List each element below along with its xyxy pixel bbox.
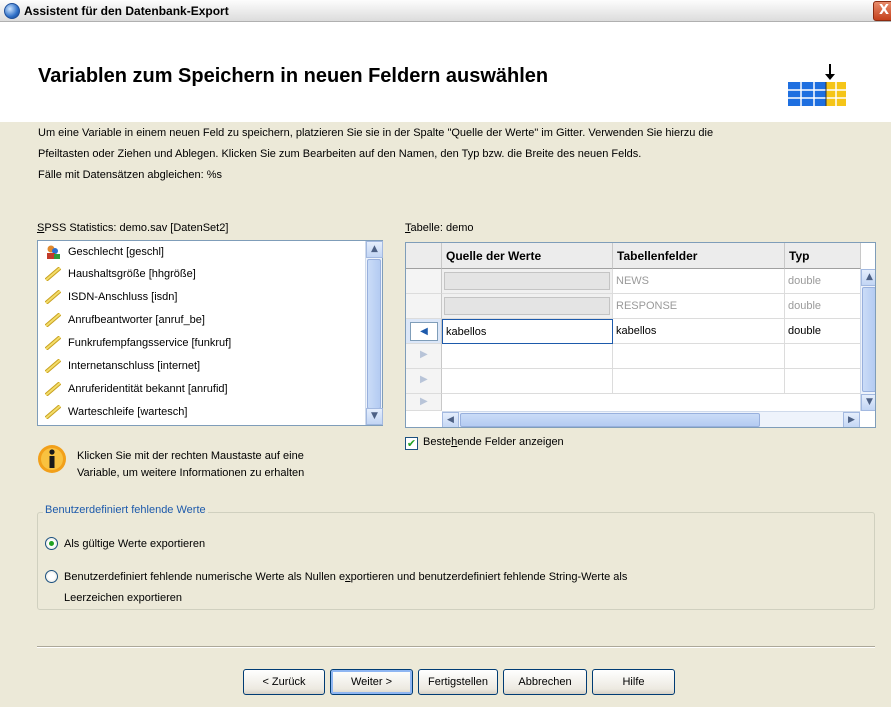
help-button[interactable]: Hilfe — [592, 669, 675, 695]
info-icon — [38, 445, 66, 473]
export-missing-radio[interactable] — [45, 570, 58, 583]
scroll-right-arrow-icon[interactable]: ▶ — [843, 412, 860, 427]
list-item[interactable]: Anrufbeantworter [anruf_be] — [42, 310, 205, 330]
row-header[interactable]: ▶ — [406, 369, 442, 394]
database-grid-icon — [788, 64, 846, 106]
scroll-down-arrow-icon[interactable]: ▼ — [366, 408, 383, 425]
scroll-thumb[interactable] — [460, 413, 760, 427]
window-title: Assistent für den Datenbank-Export — [24, 4, 229, 18]
export-missing-label-line-2: Leerzeichen exportieren — [64, 592, 183, 604]
list-scrollbar[interactable]: ▲ ▼ — [365, 241, 383, 425]
scale-icon — [45, 313, 61, 327]
row-header[interactable] — [406, 269, 442, 294]
table-cell[interactable] — [442, 369, 613, 394]
table-cell[interactable] — [442, 344, 613, 369]
back-button[interactable]: < Zurück — [243, 669, 325, 695]
table-cell[interactable]: kabellos — [613, 319, 785, 344]
info-line-1: Klicken Sie mit der rechten Maustaste au… — [77, 450, 304, 462]
table-cell[interactable]: RESPONSE — [613, 294, 785, 319]
list-item[interactable]: Internetanschluss [internet] — [42, 356, 200, 376]
scale-icon — [45, 359, 61, 373]
app-icon — [4, 3, 20, 19]
table-cell[interactable]: NEWS — [613, 269, 785, 294]
column-header-type[interactable]: Typ — [785, 243, 861, 269]
description-line-1: Um eine Variable in einem neuen Feld zu … — [38, 127, 714, 139]
move-right-arrow-icon[interactable]: ▶ — [420, 374, 428, 385]
corner-header — [406, 243, 442, 269]
list-item[interactable]: Geschlecht [geschl] — [42, 242, 164, 262]
scroll-up-arrow-icon[interactable]: ▲ — [366, 241, 383, 258]
row-header[interactable]: ▶ — [406, 344, 442, 369]
info-line-2: Variable, um weitere Informationen zu er… — [77, 467, 305, 479]
description-line-2: Pfeiltasten oder Ziehen und Ablegen. Kli… — [38, 148, 642, 160]
row-header[interactable] — [406, 294, 442, 319]
move-right-arrow-icon[interactable]: ▶ — [420, 349, 428, 360]
grid-hscrollbar[interactable]: ◀ ▶ — [442, 411, 860, 427]
footer-separator — [37, 646, 875, 648]
column-header-source[interactable]: Quelle der Werte — [442, 243, 613, 269]
scroll-left-arrow-icon[interactable]: ◀ — [442, 412, 459, 427]
list-item[interactable]: Anruferidentität bekannt [anrufid] — [42, 379, 228, 399]
column-header-fields[interactable]: Tabellenfelder — [613, 243, 785, 269]
scale-icon — [45, 382, 61, 396]
export-valid-label: Als gültige Werte exportieren — [64, 538, 206, 550]
table-cell[interactable] — [785, 344, 861, 369]
table-cell[interactable] — [613, 344, 785, 369]
move-right-arrow-icon[interactable]: ▶ — [420, 396, 428, 407]
show-existing-label: Bestehende Felder anzeigen — [423, 436, 564, 448]
scroll-thumb[interactable] — [862, 287, 875, 392]
table-cell[interactable]: double — [785, 269, 861, 294]
next-button[interactable]: Weiter > — [330, 669, 413, 695]
nominal-icon — [47, 245, 60, 259]
row-header[interactable]: ▶ — [406, 394, 442, 411]
row-header[interactable]: ◀ — [406, 319, 442, 344]
table-cell-selected[interactable]: kabellos — [442, 319, 613, 344]
page-title: Variablen zum Speichern in neuen Feldern… — [38, 65, 549, 87]
scroll-down-arrow-icon[interactable]: ▼ — [861, 394, 875, 411]
grid-vscrollbar[interactable]: ▲ ▼ — [860, 269, 875, 411]
move-left-arrow-icon[interactable]: ◀ — [410, 322, 438, 341]
scale-icon — [45, 336, 61, 350]
finish-button[interactable]: Fertigstellen — [418, 669, 498, 695]
export-valid-radio[interactable] — [45, 537, 58, 550]
variable-list[interactable]: Geschlecht [geschl] Haushaltsgröße [hhgr… — [37, 240, 383, 426]
table-cell[interactable] — [613, 369, 785, 394]
table-cell[interactable]: double — [785, 294, 861, 319]
cancel-button[interactable]: Abbrechen — [503, 669, 587, 695]
title-bar: Assistent für den Datenbank-Export X — [0, 0, 891, 22]
scale-icon — [45, 267, 61, 281]
close-button[interactable]: X — [873, 1, 891, 21]
source-label: SPSS Statistics: demo.sav [DatenSet2] — [37, 222, 229, 234]
export-missing-label-line-1: Benutzerdefiniert fehlende numerische We… — [64, 571, 628, 583]
scale-icon — [45, 405, 61, 419]
list-item[interactable]: Haushaltsgröße [hhgröße] — [42, 264, 196, 284]
match-cases-text: Fälle mit Datensätzen abgleichen: %s — [38, 169, 223, 181]
list-item[interactable]: Warteschleife [wartesch] — [42, 402, 187, 422]
list-item[interactable]: ISDN-Anschluss [isdn] — [42, 287, 177, 307]
missing-values-legend: Benutzerdefiniert fehlende Werte — [43, 504, 208, 516]
table-label: Tabelle: demo — [405, 222, 474, 234]
table-cell[interactable]: double — [785, 319, 861, 344]
scroll-thumb[interactable] — [367, 259, 381, 409]
list-item[interactable]: Funkrufempfangsservice [funkruf] — [42, 333, 231, 353]
table-cell[interactable] — [442, 269, 613, 294]
scale-icon — [45, 290, 61, 304]
table-cell[interactable] — [442, 294, 613, 319]
field-grid[interactable]: Quelle der Werte Tabellenfelder Typ NEWS… — [405, 242, 876, 428]
scroll-up-arrow-icon[interactable]: ▲ — [861, 269, 875, 286]
show-existing-checkbox[interactable]: ✔ — [405, 437, 418, 450]
table-cell[interactable] — [785, 369, 861, 394]
